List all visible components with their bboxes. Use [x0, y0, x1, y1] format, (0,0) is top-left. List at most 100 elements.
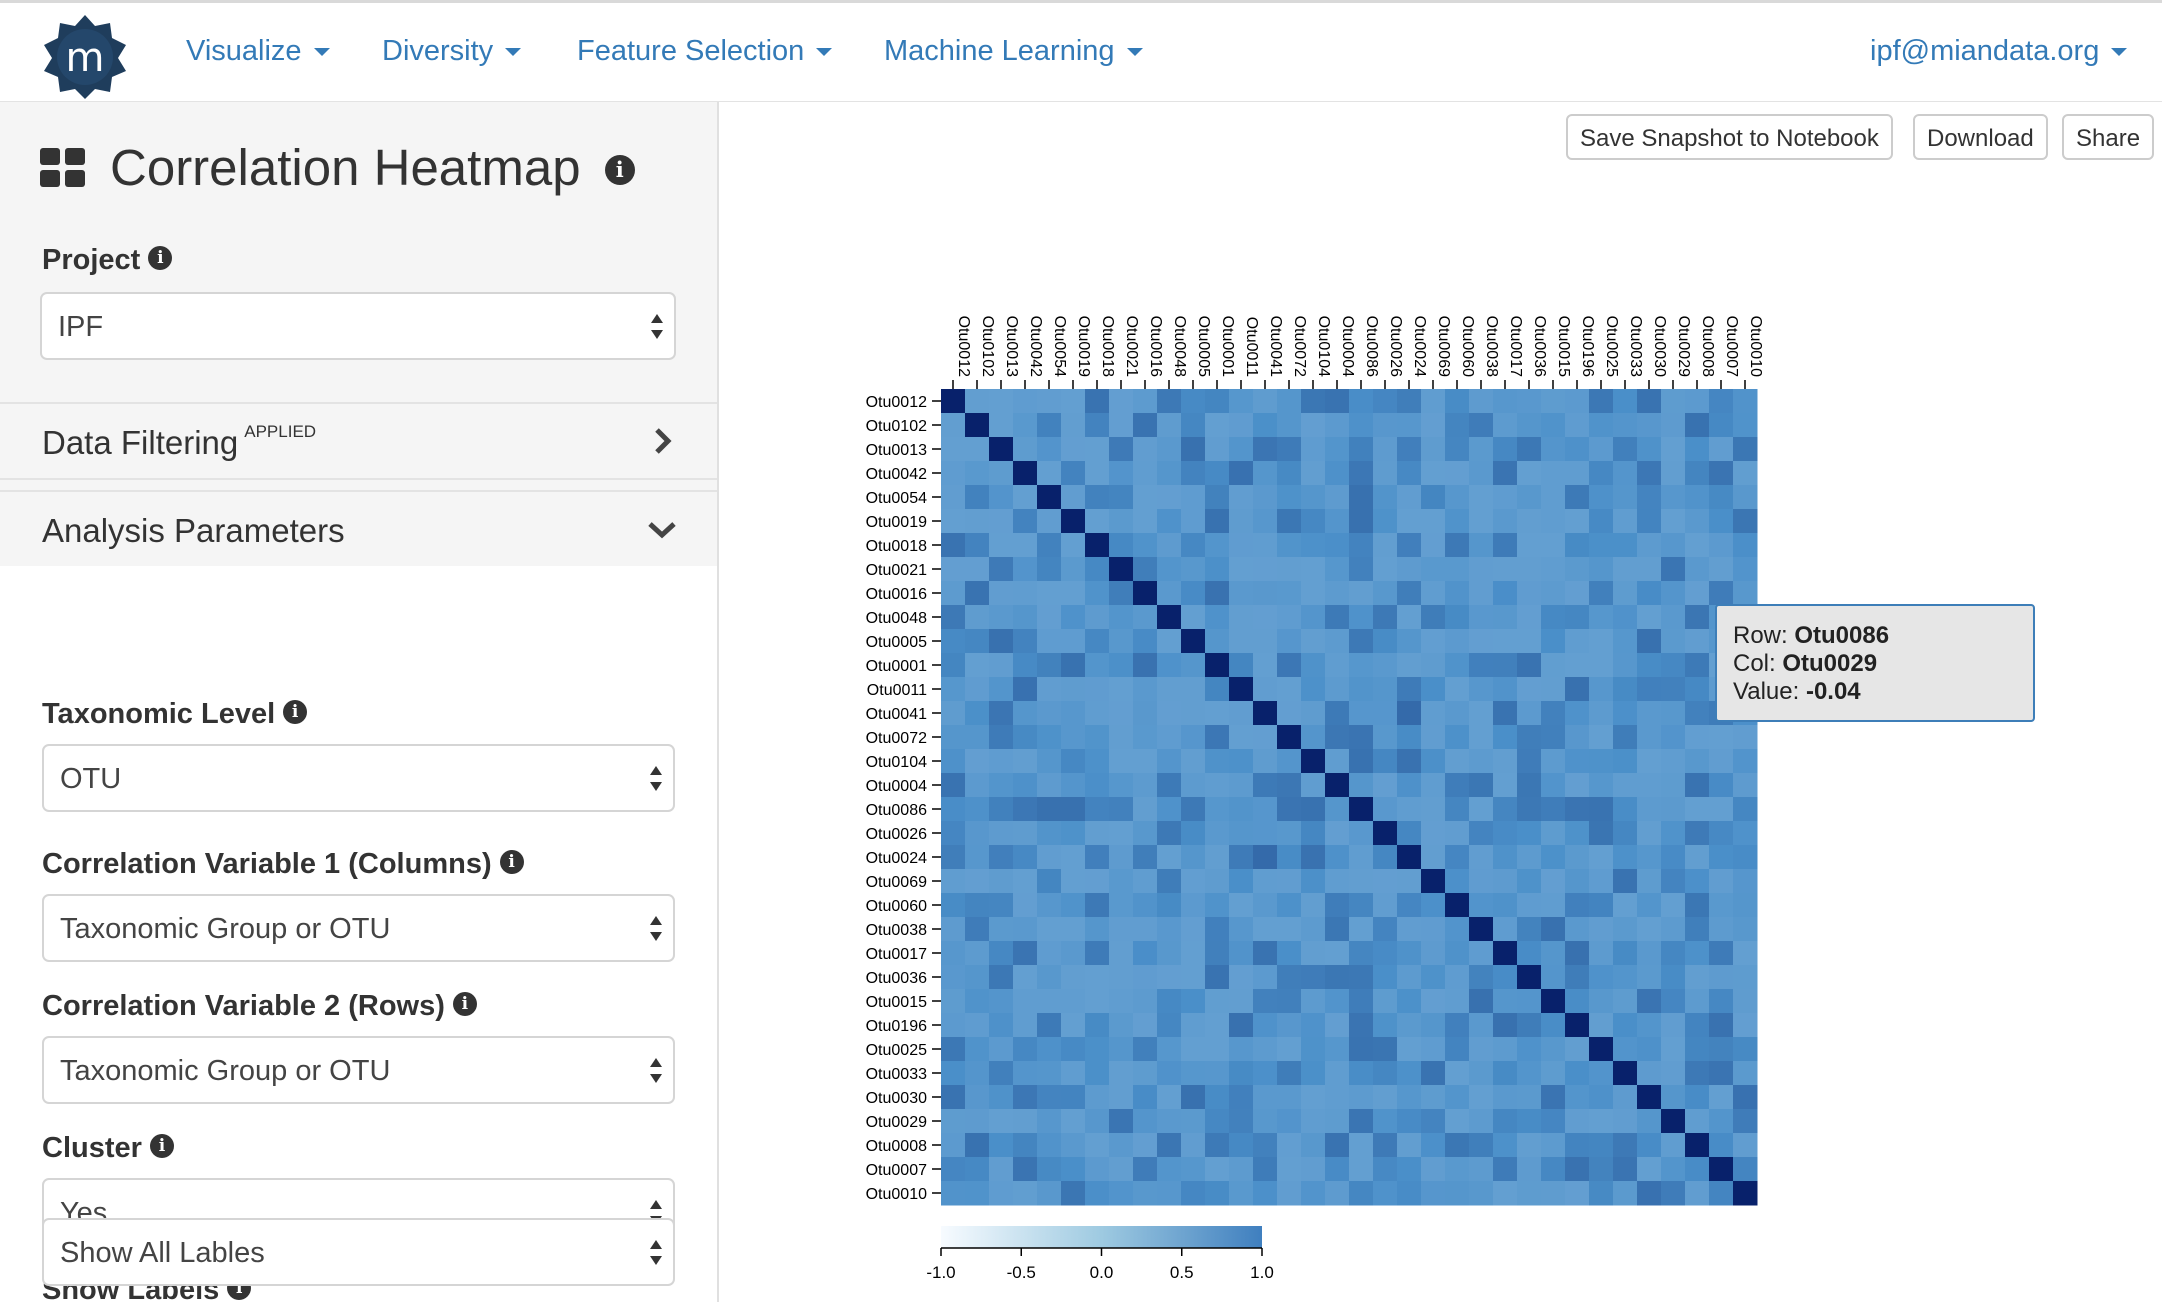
- heatmap-cell[interactable]: [1517, 773, 1542, 798]
- heatmap-cell[interactable]: [1325, 1157, 1350, 1182]
- heatmap-cell[interactable]: [1661, 485, 1686, 510]
- heatmap-cell[interactable]: [1493, 917, 1518, 942]
- heatmap-cell[interactable]: [1709, 773, 1734, 798]
- heatmap-cell[interactable]: [1013, 461, 1038, 486]
- heatmap-cell[interactable]: [1397, 581, 1422, 606]
- heatmap-cell[interactable]: [1277, 1013, 1302, 1038]
- heatmap-cell[interactable]: [1685, 725, 1710, 750]
- heatmap-cell[interactable]: [1685, 941, 1710, 966]
- heatmap-cell[interactable]: [1205, 869, 1230, 894]
- heatmap-cell[interactable]: [1397, 461, 1422, 486]
- heatmap-cell[interactable]: [1133, 389, 1158, 414]
- heatmap-cell[interactable]: [965, 581, 990, 606]
- heatmap-cell[interactable]: [1277, 821, 1302, 846]
- heatmap-cell[interactable]: [1589, 845, 1614, 870]
- heatmap-cell[interactable]: [1733, 869, 1758, 894]
- heatmap-cell[interactable]: [1421, 821, 1446, 846]
- heatmap-cell[interactable]: [1517, 845, 1542, 870]
- heatmap-cell[interactable]: [965, 725, 990, 750]
- heatmap-cell[interactable]: [1685, 557, 1710, 582]
- heatmap-cell[interactable]: [1685, 1085, 1710, 1110]
- heatmap-cell[interactable]: [1685, 893, 1710, 918]
- heatmap-cell[interactable]: [1661, 749, 1686, 774]
- heatmap-cell[interactable]: [1661, 917, 1686, 942]
- heatmap-cell[interactable]: [1013, 1109, 1038, 1134]
- heatmap-cell[interactable]: [1325, 845, 1350, 870]
- heatmap-cell[interactable]: [1613, 605, 1638, 630]
- heatmap-cell[interactable]: [1421, 1037, 1446, 1062]
- heatmap-cell[interactable]: [1661, 965, 1686, 990]
- heatmap-cell[interactable]: [1229, 437, 1254, 462]
- heatmap-cell[interactable]: [1565, 413, 1590, 438]
- heatmap-cell[interactable]: [989, 1157, 1014, 1182]
- heatmap-cell[interactable]: [1181, 749, 1206, 774]
- heatmap-cell[interactable]: [1541, 1109, 1566, 1134]
- heatmap-cell[interactable]: [1157, 437, 1182, 462]
- heatmap-cell[interactable]: [1229, 1037, 1254, 1062]
- heatmap-cell[interactable]: [1205, 605, 1230, 630]
- heatmap-cell[interactable]: [1085, 845, 1110, 870]
- heatmap-cell[interactable]: [1133, 605, 1158, 630]
- heatmap-cell[interactable]: [1205, 1085, 1230, 1110]
- heatmap-cell[interactable]: [1373, 797, 1398, 822]
- heatmap-cell[interactable]: [1181, 605, 1206, 630]
- heatmap-cell[interactable]: [965, 893, 990, 918]
- nav-visualize[interactable]: Visualize: [186, 35, 330, 68]
- heatmap-cell[interactable]: [1277, 1181, 1302, 1206]
- heatmap-cell[interactable]: [1493, 1157, 1518, 1182]
- heatmap-cell[interactable]: [941, 413, 966, 438]
- heatmap-cell[interactable]: [1421, 581, 1446, 606]
- heatmap-cell[interactable]: [1325, 749, 1350, 774]
- heatmap-cell[interactable]: [1661, 461, 1686, 486]
- mian-logo[interactable]: m: [40, 13, 130, 99]
- heatmap-cell[interactable]: [1613, 1013, 1638, 1038]
- heatmap-cell[interactable]: [1301, 749, 1326, 774]
- heatmap-cell[interactable]: [1157, 653, 1182, 678]
- heatmap-cell[interactable]: [1205, 413, 1230, 438]
- heatmap-cell[interactable]: [1061, 989, 1086, 1014]
- heatmap-cell[interactable]: [1493, 941, 1518, 966]
- heatmap-cell[interactable]: [1565, 725, 1590, 750]
- heatmap-cell[interactable]: [1277, 869, 1302, 894]
- heatmap-cell[interactable]: [1709, 461, 1734, 486]
- heatmap-cell[interactable]: [1301, 677, 1326, 702]
- nav-diversity[interactable]: Diversity: [382, 35, 522, 68]
- heatmap-cell[interactable]: [989, 821, 1014, 846]
- heatmap-cell[interactable]: [1037, 965, 1062, 990]
- heatmap-cell[interactable]: [1565, 1181, 1590, 1206]
- heatmap-cell[interactable]: [965, 869, 990, 894]
- heatmap-cell[interactable]: [1445, 1181, 1470, 1206]
- heatmap-cell[interactable]: [1181, 389, 1206, 414]
- heatmap-cell[interactable]: [1277, 1109, 1302, 1134]
- heatmap-cell[interactable]: [1301, 1109, 1326, 1134]
- heatmap-cell[interactable]: [1709, 845, 1734, 870]
- heatmap-cell[interactable]: [1037, 869, 1062, 894]
- heatmap-cell[interactable]: [1133, 461, 1158, 486]
- heatmap-cell[interactable]: [1205, 653, 1230, 678]
- heatmap-cell[interactable]: [1709, 1157, 1734, 1182]
- heatmap-cell[interactable]: [1661, 1085, 1686, 1110]
- heatmap-cell[interactable]: [1181, 797, 1206, 822]
- heatmap-cell[interactable]: [1325, 797, 1350, 822]
- heatmap-cell[interactable]: [1661, 1133, 1686, 1158]
- heatmap-cell[interactable]: [1397, 677, 1422, 702]
- heatmap-cell[interactable]: [965, 1181, 990, 1206]
- heatmap-cell[interactable]: [1709, 965, 1734, 990]
- heatmap-cell[interactable]: [1253, 989, 1278, 1014]
- heatmap-cell[interactable]: [1589, 461, 1614, 486]
- heatmap-cell[interactable]: [1133, 677, 1158, 702]
- heatmap-cell[interactable]: [1541, 653, 1566, 678]
- heatmap-cell[interactable]: [1349, 965, 1374, 990]
- heatmap-cell[interactable]: [1421, 629, 1446, 654]
- show-labels-select[interactable]: Show All Lables: [42, 1218, 675, 1286]
- heatmap-cell[interactable]: [1445, 797, 1470, 822]
- heatmap-cell[interactable]: [1085, 1037, 1110, 1062]
- heatmap-cell[interactable]: [1685, 701, 1710, 726]
- heatmap-cell[interactable]: [1373, 653, 1398, 678]
- heatmap-cell[interactable]: [1109, 1085, 1134, 1110]
- heatmap-cell[interactable]: [1229, 797, 1254, 822]
- heatmap-cell[interactable]: [1253, 797, 1278, 822]
- heatmap-cell[interactable]: [1637, 1157, 1662, 1182]
- heatmap-cell[interactable]: [965, 1037, 990, 1062]
- heatmap-cell[interactable]: [1493, 557, 1518, 582]
